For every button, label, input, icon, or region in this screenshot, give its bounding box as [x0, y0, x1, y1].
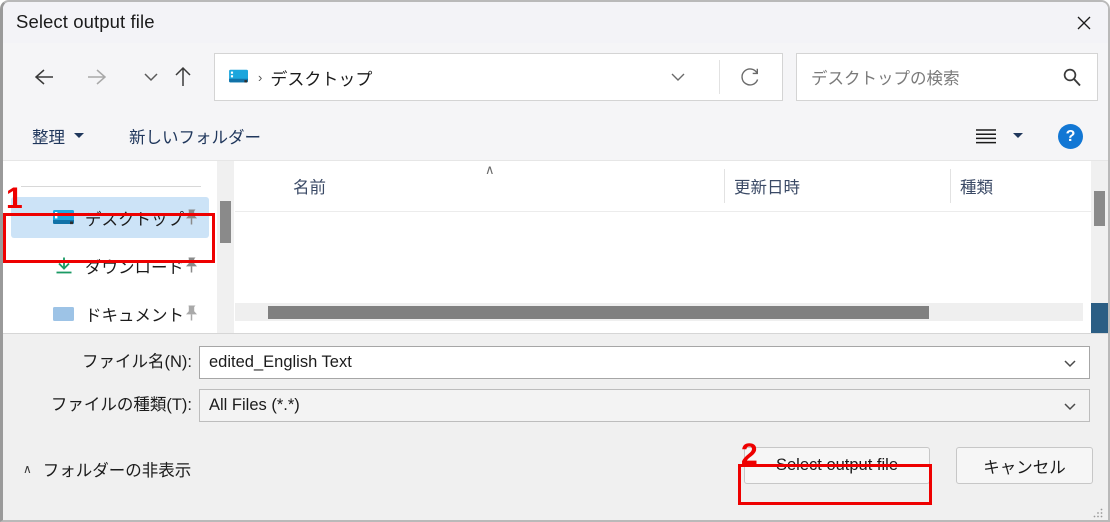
download-icon: [52, 255, 76, 277]
sidebar-item-downloads[interactable]: ダウンロード: [11, 245, 209, 286]
chevron-down-icon: [1013, 133, 1023, 138]
chevron-down-icon: [1064, 402, 1076, 410]
refresh-icon: [741, 68, 759, 86]
resize-grip-icon[interactable]: [1092, 507, 1104, 519]
sidebar-item-label: ダウンロード: [85, 258, 184, 277]
organize-button[interactable]: 整理: [32, 111, 84, 160]
refresh-button[interactable]: [728, 54, 772, 100]
column-separator[interactable]: [950, 169, 951, 203]
organize-label: 整理: [32, 128, 65, 147]
column-header-type[interactable]: 種類: [960, 161, 993, 211]
change-view-button[interactable]: [973, 111, 1023, 160]
view-list-icon: [976, 128, 996, 143]
navigation-pane: デスクトップ ダウンロード ドキュメント: [3, 161, 217, 333]
file-name-input[interactable]: edited_English Text: [199, 346, 1090, 379]
title-bar: Select output file: [3, 2, 1108, 43]
pin-icon[interactable]: [183, 208, 200, 231]
breadcrumb-path: デスクトップ: [270, 69, 373, 89]
file-name-label: ファイル名(N):: [82, 353, 192, 371]
search-input[interactable]: デスクトップの検索: [811, 65, 960, 89]
file-form-area: ファイル名(N): edited_English Text ファイルの種類(T)…: [3, 333, 1108, 428]
window-title: Select output file: [16, 11, 155, 32]
sidebar-scrollbar-thumb[interactable]: [220, 201, 231, 243]
file-type-select[interactable]: All Files (*.*): [199, 389, 1090, 422]
column-separator[interactable]: [724, 169, 725, 203]
file-name-value: edited_English Text: [209, 353, 352, 371]
sidebar-item-label: デスクトップ: [85, 210, 184, 229]
sort-ascending-icon: ∧: [485, 162, 495, 177]
vertical-scrollbar-thumb[interactable]: [1094, 191, 1105, 226]
help-button[interactable]: ?: [1058, 124, 1083, 149]
chevron-down-icon: [74, 133, 84, 138]
file-type-row: ファイルの種類(T): All Files (*.*): [3, 389, 1108, 422]
close-button[interactable]: [1060, 2, 1108, 43]
chevron-down-icon: [144, 73, 158, 82]
pin-icon[interactable]: [183, 304, 200, 327]
column-header-row: ∧ 名前 更新日時 種類: [235, 161, 1108, 212]
column-header-date-modified[interactable]: 更新日時: [734, 161, 800, 211]
back-button[interactable]: [23, 57, 63, 97]
search-box[interactable]: デスクトップの検索: [796, 53, 1098, 101]
column-header-name[interactable]: 名前: [293, 161, 326, 211]
select-output-file-button[interactable]: Select output file: [744, 447, 930, 484]
up-one-level-button[interactable]: [163, 57, 203, 97]
desktop-icon: [52, 207, 76, 229]
arrow-left-icon: [34, 69, 53, 85]
chevron-down-icon: [671, 73, 685, 81]
search-icon: [1061, 54, 1083, 100]
desktop-icon: [229, 69, 248, 83]
forward-button[interactable]: [78, 57, 118, 97]
horizontal-scrollbar-thumb[interactable]: [268, 306, 929, 319]
new-folder-button[interactable]: 新しいフォルダー: [129, 111, 261, 160]
file-list-pane: ∧ 名前 更新日時 種類: [235, 161, 1108, 333]
command-bar: 整理 新しいフォルダー ?: [3, 111, 1108, 160]
file-list-vertical-scrollbar[interactable]: [1091, 161, 1108, 333]
sidebar-item-desktop[interactable]: デスクトップ: [11, 197, 209, 238]
pin-icon[interactable]: [183, 256, 200, 279]
arrow-up-icon: [175, 66, 191, 86]
sidebar-divider: [21, 186, 201, 187]
file-list-horizontal-scrollbar[interactable]: [235, 303, 1083, 321]
file-name-row: ファイル名(N): edited_English Text: [3, 346, 1108, 379]
address-divider: [719, 60, 720, 94]
file-name-dropdown-button[interactable]: [1062, 347, 1078, 378]
file-type-label: ファイルの種類(T):: [50, 396, 192, 414]
breadcrumb-separator: ›: [258, 69, 263, 85]
dialog-body: デスクトップ ダウンロード ドキュメント ∧ 名前 更新日時 種類: [3, 160, 1108, 333]
sidebar-item-documents[interactable]: ドキュメント: [11, 293, 209, 333]
hide-folders-label: フォルダーの非表示: [42, 462, 192, 480]
file-type-value: All Files (*.*): [209, 396, 300, 414]
cancel-button[interactable]: キャンセル: [956, 447, 1093, 484]
scrollbar-accent: [1091, 303, 1108, 333]
chevron-up-icon: ∧: [23, 462, 32, 476]
new-folder-label: 新しいフォルダー: [129, 128, 261, 147]
sidebar-item-label: ドキュメント: [85, 306, 184, 325]
arrow-right-icon: [88, 69, 107, 85]
chevron-down-icon: [1064, 359, 1076, 367]
sidebar-scrollbar[interactable]: [217, 161, 234, 333]
close-icon: [1077, 16, 1091, 29]
navigation-bar: › デスクトップ デスクトップの検索: [3, 43, 1108, 111]
file-type-dropdown-button[interactable]: [1062, 390, 1078, 421]
address-dropdown-button[interactable]: [660, 54, 696, 100]
select-output-file-dialog: Select output file › デスクトップ デスクトップの検索 整理…: [0, 0, 1110, 522]
documents-icon: [52, 303, 76, 325]
dialog-footer: ∧ フォルダーの非表示 Select output file キャンセル: [3, 428, 1108, 520]
address-bar[interactable]: › デスクトップ: [214, 53, 783, 101]
help-icon: ?: [1065, 127, 1076, 145]
hide-folders-toggle[interactable]: ∧ フォルダーの非表示: [23, 457, 191, 481]
